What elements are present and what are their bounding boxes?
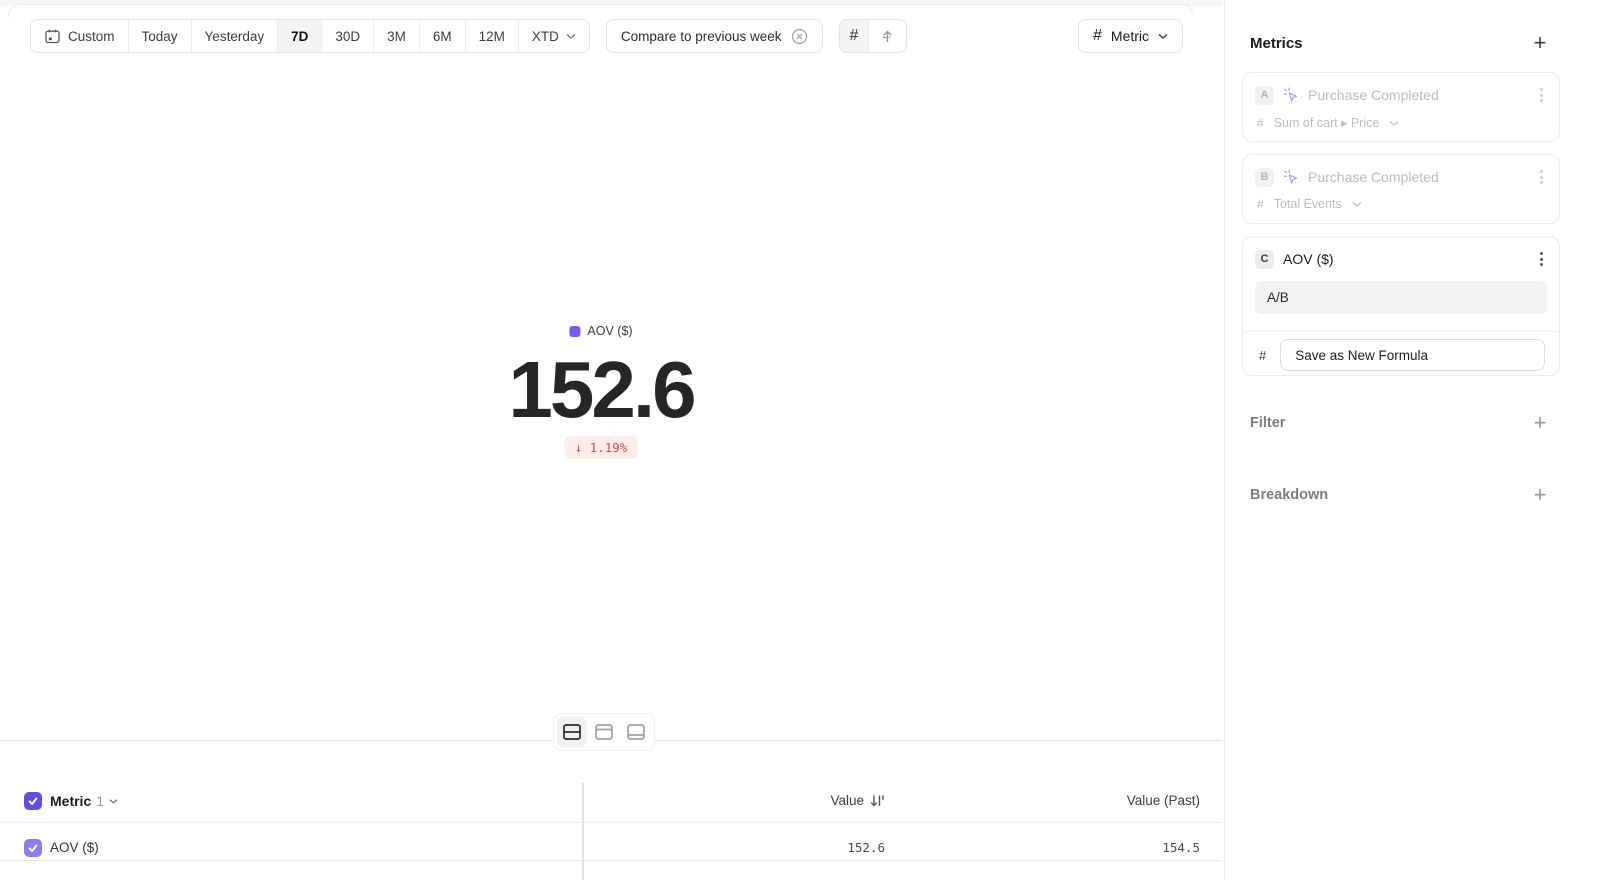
kebab-menu-icon[interactable] (1536, 248, 1547, 270)
date-range-6m[interactable]: 6M (420, 20, 466, 52)
calendar-icon (44, 28, 61, 45)
add-metric-button[interactable]: + (1528, 31, 1552, 55)
metric-card-c[interactable]: C AOV ($) # Save as New Formula (1242, 236, 1560, 376)
metric-button-label: Metric (1111, 28, 1149, 44)
metric-card-a[interactable]: A Purchase Completed # Sum of cart ▸ Pri… (1242, 72, 1560, 142)
compare-pill[interactable]: Compare to previous week (606, 19, 823, 53)
event-sparkle-icon (1283, 169, 1299, 185)
hash-icon: # (1257, 116, 1264, 130)
chevron-down-icon (109, 798, 118, 805)
row-checkbox[interactable] (24, 839, 42, 857)
hash-icon: # (1259, 348, 1266, 363)
metric-badge: B (1255, 168, 1274, 187)
sidebar-divider (1224, 0, 1225, 880)
date-range-12m[interactable]: 12M (466, 20, 519, 52)
chart-only-view-button[interactable] (589, 717, 619, 747)
metric-card-title: Purchase Completed (1308, 169, 1439, 185)
value-display-toggle: # (839, 19, 908, 53)
metric-card-title: Purchase Completed (1308, 87, 1439, 103)
table-row-metric-name: AOV ($) (50, 840, 99, 855)
number-format-button[interactable]: # (840, 20, 870, 52)
toolbar: Custom Today Yesterday 7D 30D 3M 6M 12M … (30, 19, 907, 53)
metric-card-title: AOV ($) (1283, 251, 1334, 267)
hash-icon: # (850, 27, 859, 45)
select-all-checkbox[interactable] (24, 792, 42, 810)
chart-legend: AOV ($) (569, 324, 632, 338)
metrics-section-title: Metrics (1250, 35, 1303, 52)
save-as-new-formula-button[interactable]: Save as New Formula (1280, 339, 1545, 371)
metric-badge: A (1255, 86, 1274, 105)
table-column-divider (582, 783, 584, 880)
table-row-value-past: 154.5 (950, 840, 1200, 855)
raw-values-button[interactable] (869, 20, 906, 52)
report-card-top-edge (8, 4, 1194, 18)
panel-layout-switcher (553, 713, 655, 751)
date-range-7d[interactable]: 7D (278, 20, 322, 52)
sort-descending-icon (870, 794, 885, 808)
analytics-report-page: Custom Today Yesterday 7D 30D 3M 6M 12M … (0, 0, 1600, 880)
remove-compare-icon[interactable] (791, 28, 808, 45)
top-panel-icon (594, 723, 614, 741)
metric-badge: C (1255, 250, 1274, 269)
kebab-menu-icon[interactable] (1536, 166, 1547, 188)
chevron-down-icon (566, 32, 576, 40)
add-breakdown-button[interactable]: + (1528, 483, 1552, 507)
filter-section-title: Filter (1250, 415, 1285, 431)
chevron-down-icon (1158, 32, 1168, 40)
event-sparkle-icon (1283, 87, 1299, 103)
date-range-selector: Custom Today Yesterday 7D 30D 3M 6M 12M … (30, 19, 590, 53)
legend-label: AOV ($) (587, 324, 632, 338)
date-range-yesterday[interactable]: Yesterday (192, 20, 279, 52)
hash-icon: # (1257, 197, 1264, 211)
date-range-3m[interactable]: 3M (374, 20, 420, 52)
date-range-label: Custom (68, 29, 115, 44)
bottom-panel-icon (626, 723, 646, 741)
card-divider (1243, 331, 1559, 332)
metric-type-button[interactable]: # Metric (1078, 19, 1183, 53)
aggregation-selector[interactable]: Sum of cart ▸ Price (1274, 115, 1380, 130)
arrow-up-icon (879, 28, 896, 45)
split-view-button[interactable] (557, 717, 587, 747)
value-column-header[interactable]: Value (640, 793, 885, 808)
hash-icon: # (1093, 27, 1102, 45)
metric-card-b[interactable]: B Purchase Completed # Total Events (1242, 154, 1560, 224)
compare-label: Compare to previous week (621, 29, 782, 44)
kebab-menu-icon[interactable] (1536, 84, 1547, 106)
add-filter-button[interactable]: + (1528, 411, 1552, 435)
chevron-down-icon (1389, 119, 1399, 127)
legend-swatch (569, 326, 580, 337)
date-range-today[interactable]: Today (129, 20, 192, 52)
date-range-xtd[interactable]: XTD (519, 20, 589, 52)
value-past-column-header[interactable]: Value (Past) (950, 793, 1200, 808)
formula-input[interactable] (1255, 281, 1547, 314)
table-only-view-button[interactable] (621, 717, 651, 747)
date-range-custom[interactable]: Custom (31, 20, 129, 52)
change-badge: ↓ 1.19% (565, 436, 638, 459)
table-header-divider (0, 822, 1222, 823)
aggregation-selector[interactable]: Total Events (1274, 197, 1342, 211)
table-row-divider (0, 860, 1222, 861)
table-row-value: 152.6 (640, 840, 885, 855)
metric-column-header[interactable]: Metric 1 (50, 793, 118, 809)
split-view-icon (562, 723, 582, 741)
date-range-30d[interactable]: 30D (322, 20, 374, 52)
metric-big-number: 152.6 (508, 350, 693, 430)
chevron-down-icon (1352, 200, 1362, 208)
breakdown-section-title: Breakdown (1250, 487, 1328, 503)
